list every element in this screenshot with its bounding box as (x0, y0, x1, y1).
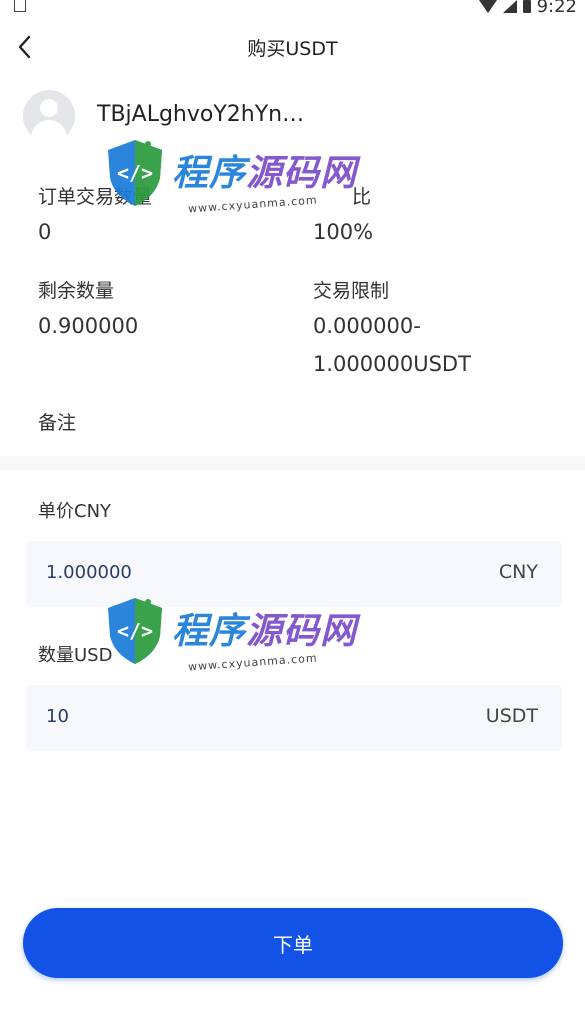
quantity-input[interactable]: 10 USDT (26, 685, 562, 751)
avatar-head-shape (40, 99, 58, 117)
avatar-body-shape (31, 120, 67, 142)
place-order-label: 下单 (273, 932, 313, 957)
limit-label: 交易限制 (313, 280, 390, 302)
watermark-logo: </> 程序源码网 www.cxyuanma.com (104, 596, 358, 686)
section-divider (0, 456, 585, 470)
svg-text:</>: </> (117, 161, 153, 185)
notification-icon (14, 0, 26, 12)
status-time: 9:22 (536, 0, 577, 17)
svg-text:</>: </> (117, 619, 153, 643)
limit-value-max: 1.000000USDT (313, 352, 471, 376)
price-unit: CNY (498, 561, 538, 583)
battery-icon (522, 0, 531, 13)
remaining-value: 0.900000 (38, 314, 139, 338)
nav-bar: 购买USDT (0, 18, 585, 78)
watermark-logo: </> 程序源码网 www.cxyuanma.com (104, 138, 358, 228)
watermark-shield-icon: </> (108, 598, 162, 664)
wifi-icon (478, 0, 497, 13)
quantity-unit: USDT (485, 705, 538, 727)
watermark-text: 程序源码网 (172, 611, 358, 652)
page-title: 购买USDT (247, 38, 338, 60)
place-order-button[interactable]: 下单 (23, 908, 563, 978)
remaining-label: 剩余数量 (38, 280, 115, 302)
price-input-value: 1.000000 (46, 562, 132, 583)
remark-label: 备注 (38, 412, 77, 434)
order-qty-value: 0 (38, 220, 52, 244)
status-bar: 9:22 (0, 0, 585, 18)
status-right: 9:22 (478, 0, 577, 17)
price-label: 单价CNY (38, 501, 112, 522)
limit-value-min: 0.000000- (313, 314, 421, 338)
quantity-input-value: 10 (46, 706, 69, 727)
watermark-url: www.cxyuanma.com (187, 193, 318, 216)
signal-icon (502, 0, 517, 13)
watermark-text: 程序源码网 (172, 153, 358, 194)
watermark-shield-icon: </> (108, 140, 162, 206)
avatar (23, 90, 75, 142)
watermark-url: www.cxyuanma.com (187, 651, 318, 674)
user-address: TBjALghvoY2hYn… (97, 102, 305, 127)
quantity-label: 数量USD (38, 645, 113, 666)
